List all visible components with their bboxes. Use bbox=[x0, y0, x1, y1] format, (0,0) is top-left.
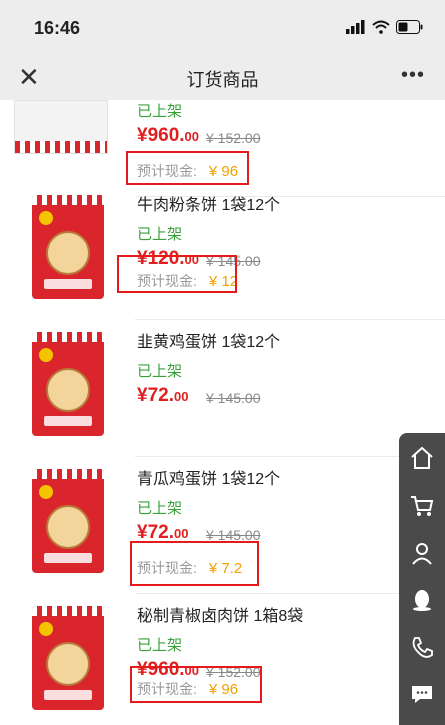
thumb-banner bbox=[44, 279, 92, 289]
signal-icon bbox=[346, 20, 365, 34]
price-cents: 00 bbox=[184, 129, 200, 144]
thumb-stripes bbox=[32, 195, 104, 205]
price-main: ¥72. bbox=[137, 385, 174, 406]
product-item[interactable]: 韭黄鸡蛋饼 1袋12个 已上架 ¥72.00 ¥ 145.00 bbox=[0, 320, 445, 457]
nav-bar: ✕ 订货商品 ••• bbox=[0, 56, 445, 100]
product-name: 秘制青椒卤肉饼 1箱8袋 bbox=[137, 608, 304, 625]
mascot-icon bbox=[46, 642, 90, 686]
thumb-banner bbox=[44, 416, 92, 426]
brand-logo-icon bbox=[39, 485, 53, 499]
product-image bbox=[32, 606, 104, 710]
price-cents: 00 bbox=[173, 526, 189, 541]
thumb-banner bbox=[44, 690, 92, 700]
battery-icon bbox=[396, 20, 423, 34]
product-image bbox=[32, 332, 104, 436]
thumb-banner bbox=[44, 553, 92, 563]
brand-logo-icon bbox=[39, 211, 53, 225]
more-menu-icon[interactable]: ••• bbox=[401, 64, 425, 87]
product-name: 韭黄鸡蛋饼 1袋12个 bbox=[137, 334, 281, 351]
thumb-stripes bbox=[32, 469, 104, 479]
product-price: ¥72.00 bbox=[137, 385, 188, 407]
original-price: ¥ 152.00 bbox=[206, 130, 261, 146]
highlight-box bbox=[130, 541, 259, 586]
status-icons bbox=[346, 20, 423, 34]
highlight-box bbox=[117, 255, 237, 293]
mascot-icon bbox=[46, 505, 90, 549]
product-name: 牛肉粉条饼 1袋12个 bbox=[137, 197, 281, 214]
price-cents: 00 bbox=[173, 389, 189, 404]
cart-icon[interactable] bbox=[407, 491, 437, 521]
qq-icon[interactable] bbox=[407, 585, 437, 615]
box-stripes bbox=[15, 141, 107, 153]
original-price: ¥ 145.00 bbox=[206, 390, 261, 406]
highlight-box bbox=[130, 666, 262, 703]
status-time: 16:46 bbox=[34, 18, 81, 38]
wifi-icon bbox=[372, 20, 390, 34]
brand-logo-icon bbox=[39, 622, 53, 636]
highlight-box bbox=[126, 151, 249, 185]
product-status: 已上架 bbox=[137, 637, 183, 654]
product-status: 已上架 bbox=[137, 226, 183, 243]
product-image bbox=[32, 469, 104, 573]
product-item[interactable]: 青瓜鸡蛋饼 1袋12个 已上架 ¥72.00 ¥ 145.00 预计现金: ¥ 7… bbox=[0, 457, 445, 594]
thumb-stripes bbox=[32, 606, 104, 616]
product-status: 已上架 bbox=[137, 363, 183, 380]
phone-icon[interactable] bbox=[407, 633, 437, 663]
chat-icon[interactable] bbox=[407, 679, 437, 709]
product-image bbox=[32, 195, 104, 299]
product-name: 青瓜鸡蛋饼 1袋12个 bbox=[137, 471, 281, 488]
product-price: ¥960.00 bbox=[137, 125, 199, 147]
product-image bbox=[14, 100, 108, 154]
user-icon[interactable] bbox=[407, 538, 437, 568]
mascot-icon bbox=[46, 231, 90, 275]
product-status: 已上架 bbox=[137, 103, 183, 120]
status-bar: 16:46 bbox=[0, 0, 445, 56]
brand-logo-icon bbox=[39, 348, 53, 362]
thumb-stripes bbox=[32, 332, 104, 342]
page-title: 订货商品 bbox=[186, 70, 259, 90]
price-main: ¥72. bbox=[137, 522, 174, 543]
product-status: 已上架 bbox=[137, 500, 183, 517]
floating-sidebar bbox=[399, 433, 445, 725]
product-item[interactable]: 秘制青椒卤肉饼 1箱8袋 已上架 ¥960.00 ¥ 152.00 预计现金: ¥… bbox=[0, 594, 445, 725]
mascot-icon bbox=[46, 368, 90, 412]
product-list: 已上架 ¥960.00 ¥ 152.00 预计现金: ¥ 96 牛肉粉条饼 1袋1… bbox=[0, 100, 445, 725]
price-main: ¥960. bbox=[137, 125, 185, 146]
home-icon[interactable] bbox=[407, 443, 437, 473]
product-item[interactable]: 牛肉粉条饼 1袋12个 已上架 ¥120.00 ¥ 145.00 预计现金: ¥ … bbox=[0, 183, 445, 320]
